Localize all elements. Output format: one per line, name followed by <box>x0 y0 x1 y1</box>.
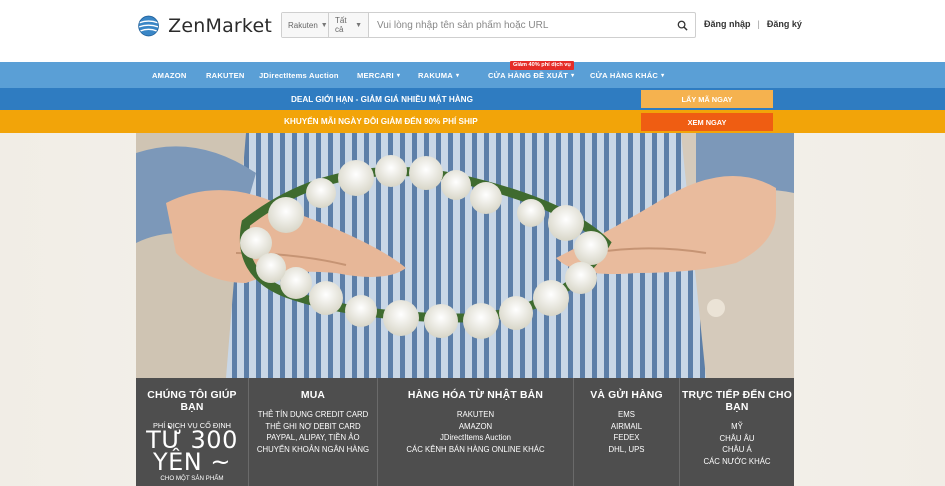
get-code-button[interactable]: LẤY MÃ NGAY <box>641 90 773 108</box>
main-nav: AMAZON RAKUTEN JDirectItems Auction MERC… <box>0 62 945 88</box>
info-col-buy: MUA THẺ TÍN DỤNG CREDIT CARD THẺ GHI NỢ … <box>249 378 378 486</box>
search-input[interactable] <box>369 13 669 37</box>
chevron-down-icon: ▾ <box>571 72 575 79</box>
store-select-label: Rakuten <box>288 20 318 30</box>
info-col-direct: TRỰC TIẾP ĐẾN CHO BẠN MỸ CHÂU ÂU CHÂU Á … <box>680 378 794 486</box>
register-link[interactable]: Đăng ký <box>767 19 802 29</box>
site-header: ZenMarket Rakuten ▼ Tất cả ▼ Đăng nhập |… <box>0 0 945 62</box>
shipping-promo-bar: KHUYẾN MÃI NGÀY ĐÔI GIẢM ĐẾN 90% PHÍ SHI… <box>0 110 945 133</box>
nav-item-rakuten[interactable]: RAKUTEN <box>206 62 245 88</box>
nav-item-mercari[interactable]: MERCARI ▾ <box>357 62 400 88</box>
info-col-title: VÀ GỬI HÀNG <box>590 390 663 401</box>
nav-item-label: AMAZON <box>152 70 187 80</box>
nav-item-label: CỬA HÀNG KHÁC <box>590 70 659 80</box>
shipping-promo-text: KHUYẾN MÃI NGÀY ĐÔI GIẢM ĐẾN 90% PHÍ SHI… <box>284 117 478 126</box>
deal-bar: DEAL GIỚI HẠN - GIẢM GIÁ NHIỀU MẶT HÀNG <box>0 88 945 110</box>
chevron-down-icon: ▾ <box>455 72 460 79</box>
info-col-ship: VÀ GỬI HÀNG EMS AIRMAIL FEDEX DHL, UPS <box>574 378 680 486</box>
info-col-title: MUA <box>300 390 326 401</box>
nav-item-rakuma[interactable]: RAKUMA ▾ <box>418 62 459 88</box>
caret-down-icon: ▼ <box>355 21 362 29</box>
info-line: MỸ <box>731 422 743 431</box>
per-item-note: CHO MỘT SẢN PHẨM <box>160 475 224 482</box>
info-line: THẺ GHI NỢ DEBIT CARD <box>265 421 361 431</box>
nav-item-jdirectitems[interactable]: JDirectItems Auction <box>259 62 339 88</box>
hero-illustration <box>136 133 794 378</box>
info-col-title: HÀNG HÓA TỪ NHẬT BẢN <box>407 390 544 401</box>
nav-item-label: MERCARI <box>357 70 394 80</box>
price-unit: YÊN ~ <box>152 448 231 476</box>
info-line: PAYPAL, ALIPAY, TIỀN ẢO <box>266 433 360 442</box>
info-line: CÁC NƯỚC KHÁC <box>703 456 771 466</box>
search-icon <box>677 20 688 31</box>
info-col-help: CHÚNG TÔI GIÚP BẠN PHÍ DỊCH VỤ CỐ ĐỊNH T… <box>136 378 249 486</box>
nav-item-amazon[interactable]: AMAZON <box>152 62 187 88</box>
view-now-button[interactable]: XEM NGAY <box>641 113 773 131</box>
info-line: CHÂU ÂU <box>719 433 755 443</box>
chevron-down-icon: ▾ <box>661 72 665 79</box>
category-select-label: Tất cả <box>335 16 347 34</box>
info-col-title: CHÚNG TÔI GIÚP BẠN <box>147 390 237 413</box>
info-line: RAKUTEN <box>456 410 495 419</box>
nav-item-label: CỬA HÀNG ĐỀ XUẤT <box>488 70 569 80</box>
brand-name: ZenMarket <box>168 15 272 37</box>
nav-item-label: RAKUMA <box>418 70 453 80</box>
info-line: EMS <box>618 410 635 419</box>
chevron-down-icon: ▾ <box>396 72 401 79</box>
logo[interactable]: ZenMarket <box>137 11 272 41</box>
info-panel: CHÚNG TÔI GIÚP BẠN PHÍ DỊCH VỤ CỐ ĐỊNH T… <box>136 378 794 486</box>
nav-item-label: RAKUTEN <box>206 70 245 80</box>
info-line: AIRMAIL <box>610 421 643 431</box>
promo-badge: Giảm 40% phí dịch vụ <box>510 61 574 70</box>
login-link[interactable]: Đăng nhập <box>704 19 751 29</box>
auth-divider: | <box>757 19 760 29</box>
info-col-title: TRỰC TIẾP ĐẾN CHO BẠN <box>682 390 792 413</box>
nav-item-other-stores[interactable]: CỬA HÀNG KHÁC ▾ <box>590 62 664 88</box>
info-line: AMAZON <box>458 421 493 431</box>
info-line: CHÂU Á <box>722 445 752 454</box>
hero-image <box>136 133 794 378</box>
info-line: CÁC KÊNH BÁN HÀNG ONLINE KHÁC <box>406 444 545 454</box>
info-line: FEDEX <box>613 433 640 442</box>
info-line: THẺ TÍN DỤNG CREDIT CARD <box>257 410 369 419</box>
search-button[interactable] <box>669 13 695 37</box>
info-line: JDirectItems Auction <box>439 433 512 442</box>
info-line: CHUYỂN KHOẢN NGÂN HÀNG <box>256 444 370 454</box>
info-col-goods: HÀNG HÓA TỪ NHẬT BẢN RAKUTEN AMAZON JDir… <box>378 378 574 486</box>
auth-links: Đăng nhập | Đăng ký <box>704 19 802 29</box>
search-bar: Rakuten ▼ Tất cả ▼ <box>281 12 696 38</box>
nav-item-label: JDirectItems Auction <box>259 70 339 80</box>
caret-down-icon: ▼ <box>320 21 328 29</box>
category-select[interactable]: Tất cả ▼ <box>329 13 369 37</box>
deal-bar-text: DEAL GIỚI HẠN - GIẢM GIÁ NHIỀU MẶT HÀNG <box>291 94 473 104</box>
globe-logo-icon <box>138 15 159 37</box>
info-line: DHL, UPS <box>608 444 645 454</box>
store-select[interactable]: Rakuten ▼ <box>282 13 329 37</box>
